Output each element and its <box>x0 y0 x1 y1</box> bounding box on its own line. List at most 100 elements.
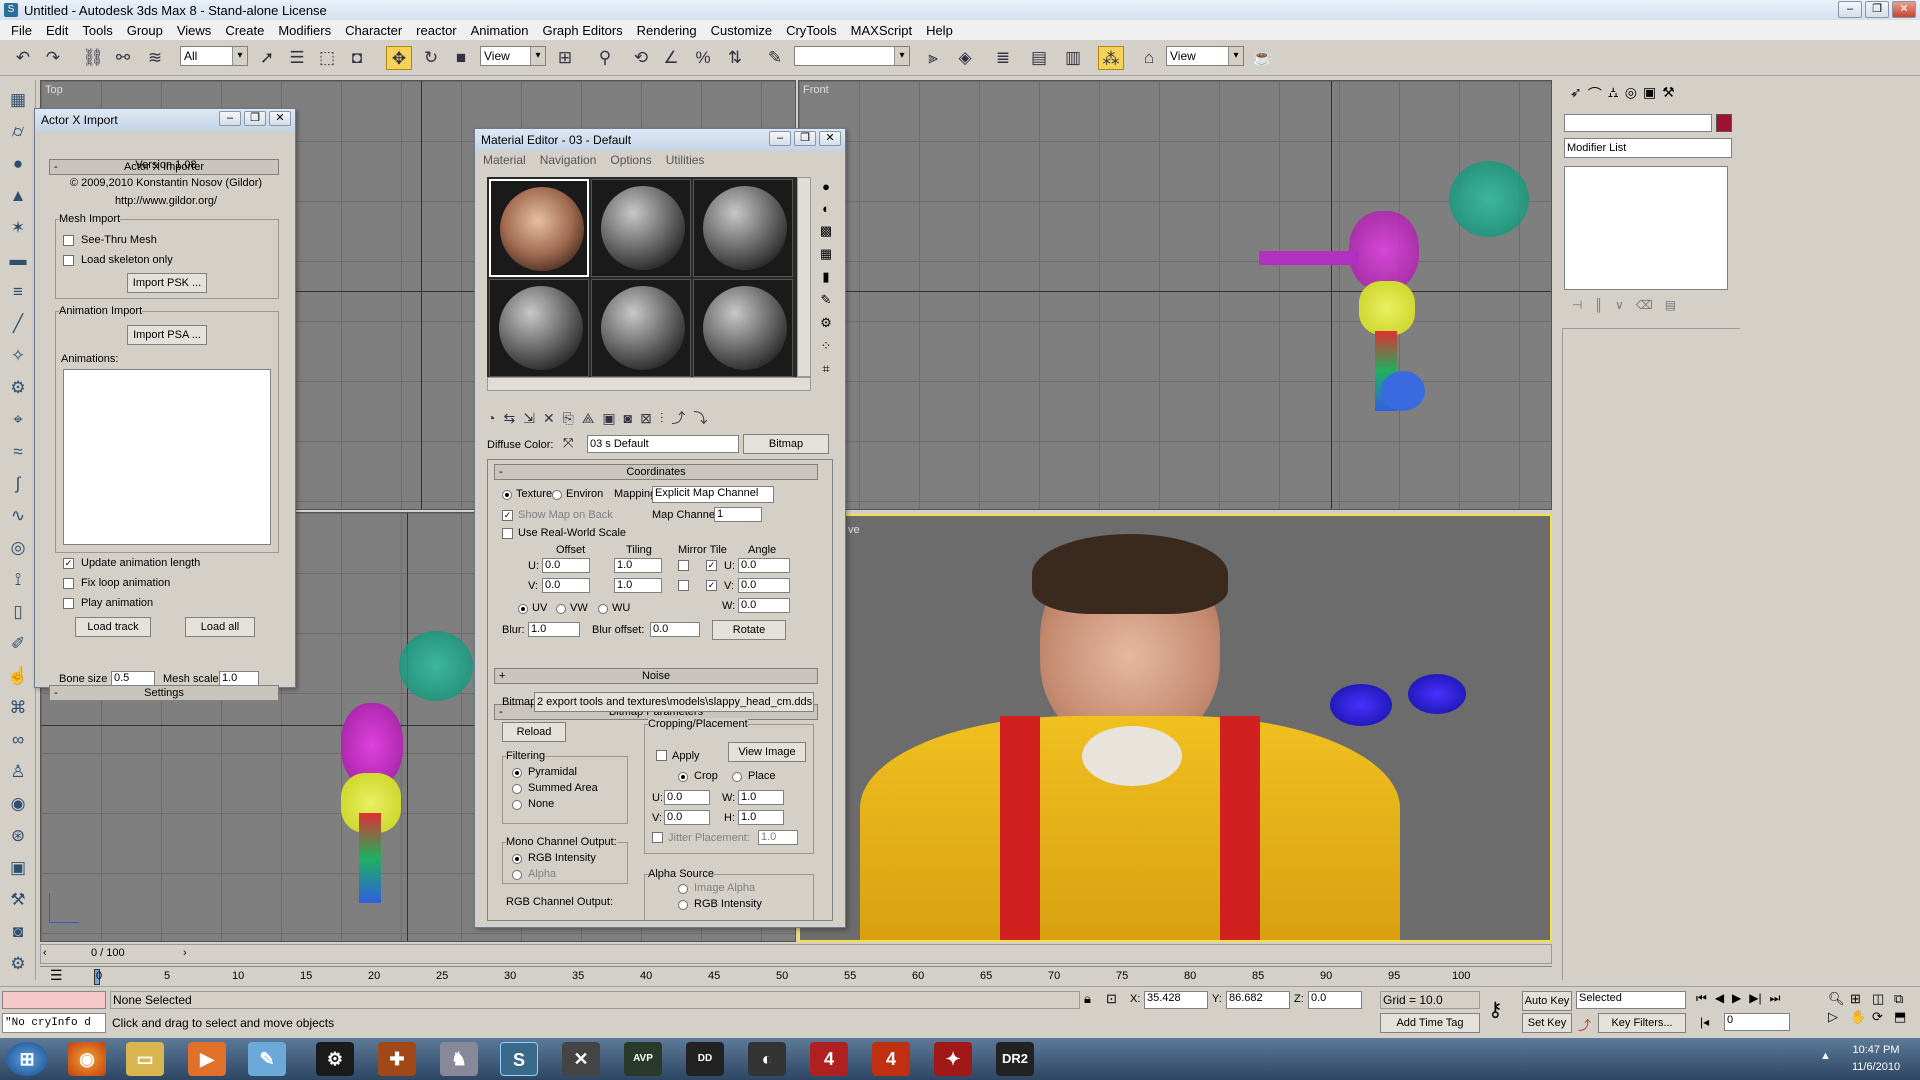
mated-restore-button[interactable]: ❐ <box>794 131 816 146</box>
mapping-dropdown[interactable]: Explicit Map Channel <box>652 486 774 503</box>
material-editor-icon[interactable]: ⁂ <box>1098 46 1124 70</box>
set-key-button[interactable]: Set Key <box>1522 1013 1572 1033</box>
steam-icon[interactable]: ⚙ <box>316 1042 354 1076</box>
tool-star-icon[interactable]: ✶ <box>6 216 30 240</box>
go-forward-icon[interactable]: ⤵ <box>693 408 707 428</box>
selection-filter-dropdown[interactable]: All <box>180 46 248 66</box>
game-figure-icon[interactable]: ♞ <box>440 1042 478 1076</box>
pan-icon[interactable]: ✋ <box>1850 1009 1870 1025</box>
current-frame-field[interactable]: 0 <box>1724 1013 1790 1031</box>
tool-camera-icon[interactable]: ◙ <box>6 920 30 944</box>
media-player-icon[interactable]: ▶ <box>188 1042 226 1076</box>
configure-sets-icon[interactable]: ▤ <box>1665 298 1676 316</box>
pick-material-icon[interactable]: ⤧ <box>563 435 573 451</box>
render-view-dropdown[interactable]: View <box>1166 46 1244 66</box>
settings-rollout-header[interactable]: - Settings <box>49 685 279 701</box>
fix-loop-checkbox[interactable] <box>63 578 74 589</box>
show-map-icon[interactable]: ⊠ <box>640 410 652 427</box>
sample-type-icon[interactable]: ● <box>815 179 837 194</box>
menu-character[interactable]: Character <box>338 23 409 38</box>
maximize-viewport-icon[interactable]: ⬒ <box>1894 1009 1914 1025</box>
menu-maxscript[interactable]: MAXScript <box>844 23 919 38</box>
default-tangents-icon[interactable]: ⤴ <box>1578 1015 1591 1034</box>
tool-hand-icon[interactable]: ☝ <box>6 664 30 688</box>
blur-field[interactable]: 1.0 <box>528 622 580 637</box>
layer-manager-icon[interactable]: ≣ <box>990 46 1016 70</box>
select-move-icon[interactable]: ✥ <box>386 46 412 70</box>
material-type-button[interactable]: Bitmap <box>743 434 829 454</box>
predator-game-icon[interactable]: AVP <box>624 1042 662 1076</box>
minimize-button[interactable]: – <box>1838 1 1862 18</box>
display-tab-icon[interactable]: ▣ <box>1643 84 1656 102</box>
mated-menu-material[interactable]: Material <box>483 153 526 167</box>
mesh-scale-field[interactable]: 1.0 <box>219 671 259 686</box>
rect-selection-icon[interactable]: ⬚ <box>314 46 340 70</box>
tool-wrench-icon[interactable]: ⚒ <box>6 888 30 912</box>
key-filters-button[interactable]: Key Filters... <box>1598 1013 1686 1033</box>
tray-arrow-icon[interactable]: ▲ <box>1820 1050 1831 1062</box>
menu-tools[interactable]: Tools <box>75 23 119 38</box>
crop-h-field[interactable]: 1.0 <box>738 810 784 825</box>
zoom-extents-all-icon[interactable]: ⧉ <box>1894 991 1914 1007</box>
undo-icon[interactable]: ↶ <box>10 46 36 70</box>
angle-v-field[interactable]: 0.0 <box>738 578 790 593</box>
actorx-restore-button[interactable]: ❐ <box>244 111 266 126</box>
select-rotate-icon[interactable]: ↻ <box>418 46 444 70</box>
noise-rollout-header[interactable]: + Noise <box>494 668 818 684</box>
menu-rendering[interactable]: Rendering <box>630 23 704 38</box>
bitmap-path-button[interactable]: 2 export tools and textures\models\slapp… <box>534 692 814 712</box>
snaps-toggle-icon[interactable]: ⟲ <box>628 46 654 70</box>
view-image-button[interactable]: View Image <box>728 742 806 762</box>
zoom-all-icon[interactable]: ⊞ <box>1850 991 1870 1007</box>
crysis-icon[interactable]: ✕ <box>562 1042 600 1076</box>
window-crossing-icon[interactable]: ◘ <box>344 46 370 70</box>
tool-chain-icon[interactable]: ∞ <box>6 728 30 752</box>
texture-radio[interactable] <box>502 490 512 500</box>
menu-animation[interactable]: Animation <box>464 23 536 38</box>
tool-settings-icon[interactable]: ⚙ <box>6 952 30 976</box>
mirror-u-checkbox[interactable] <box>678 560 689 571</box>
mated-close-button[interactable]: ✕ <box>819 131 841 146</box>
go-to-end-icon[interactable]: ⏭ <box>1770 991 1781 1006</box>
tool-plane-icon[interactable]: ▬ <box>6 248 30 272</box>
menu-group[interactable]: Group <box>120 23 170 38</box>
tool-stack-icon[interactable]: ≡ <box>6 280 30 304</box>
viewport-persp-label[interactable]: ve <box>848 524 860 536</box>
show-end-result-stack-icon[interactable]: ║ <box>1594 298 1603 316</box>
time-slider[interactable]: ‹ 0 / 100 › <box>40 944 1552 964</box>
remove-modifier-icon[interactable]: ⌫ <box>1636 298 1653 316</box>
mirror-icon[interactable]: ⫸ <box>920 46 946 70</box>
pin-stack-icon[interactable]: ⊣ <box>1572 298 1582 316</box>
menu-customize[interactable]: Customize <box>704 23 779 38</box>
previous-frame-icon[interactable]: ◀ <box>1715 991 1724 1006</box>
bone-size-field[interactable]: 0.5 <box>111 671 155 686</box>
lock-selection-icon[interactable]: 🔒︎ <box>1084 991 1091 1007</box>
rotate-button[interactable]: Rotate <box>712 620 786 640</box>
tool-biped-icon[interactable]: ♙ <box>6 760 30 784</box>
dead-days-icon[interactable]: DD <box>686 1042 724 1076</box>
get-material-icon[interactable]: ◔ <box>487 410 495 426</box>
sample-slot-4[interactable] <box>489 279 589 377</box>
tool-wind-icon[interactable]: ≈ <box>6 440 30 464</box>
curve-editor-icon[interactable]: ▤ <box>1026 46 1052 70</box>
menu-views[interactable]: Views <box>170 23 218 38</box>
tool-line-icon[interactable]: ╱ <box>6 312 30 336</box>
menu-graph-editors[interactable]: Graph Editors <box>535 23 629 38</box>
reload-button[interactable]: Reload <box>502 722 566 742</box>
sample-uv-icon[interactable]: ▦ <box>815 246 837 262</box>
tool-bone-icon[interactable]: ⟟ <box>6 568 30 592</box>
y-coordinate-field[interactable]: 86.682 <box>1226 991 1290 1009</box>
tool-cloth-icon[interactable]: ◉ <box>6 792 30 816</box>
summed-area-radio[interactable] <box>512 784 522 794</box>
menu-create[interactable]: Create <box>218 23 271 38</box>
put-to-library-icon[interactable]: ▣ <box>602 410 615 427</box>
tool-box-icon[interactable]: ▦ <box>6 88 30 112</box>
firefox-icon[interactable]: ◉ <box>68 1042 106 1076</box>
arc-rotate-icon[interactable]: ⟳ <box>1872 1009 1892 1025</box>
reset-map-icon[interactable]: ✕ <box>543 410 555 427</box>
offset-v-field[interactable]: 0.0 <box>542 578 590 593</box>
mirror-v-checkbox[interactable] <box>678 580 689 591</box>
alpha-radio[interactable] <box>512 870 522 880</box>
jitter-field[interactable]: 1.0 <box>758 830 798 845</box>
viewport-front-label[interactable]: Front <box>803 84 829 96</box>
